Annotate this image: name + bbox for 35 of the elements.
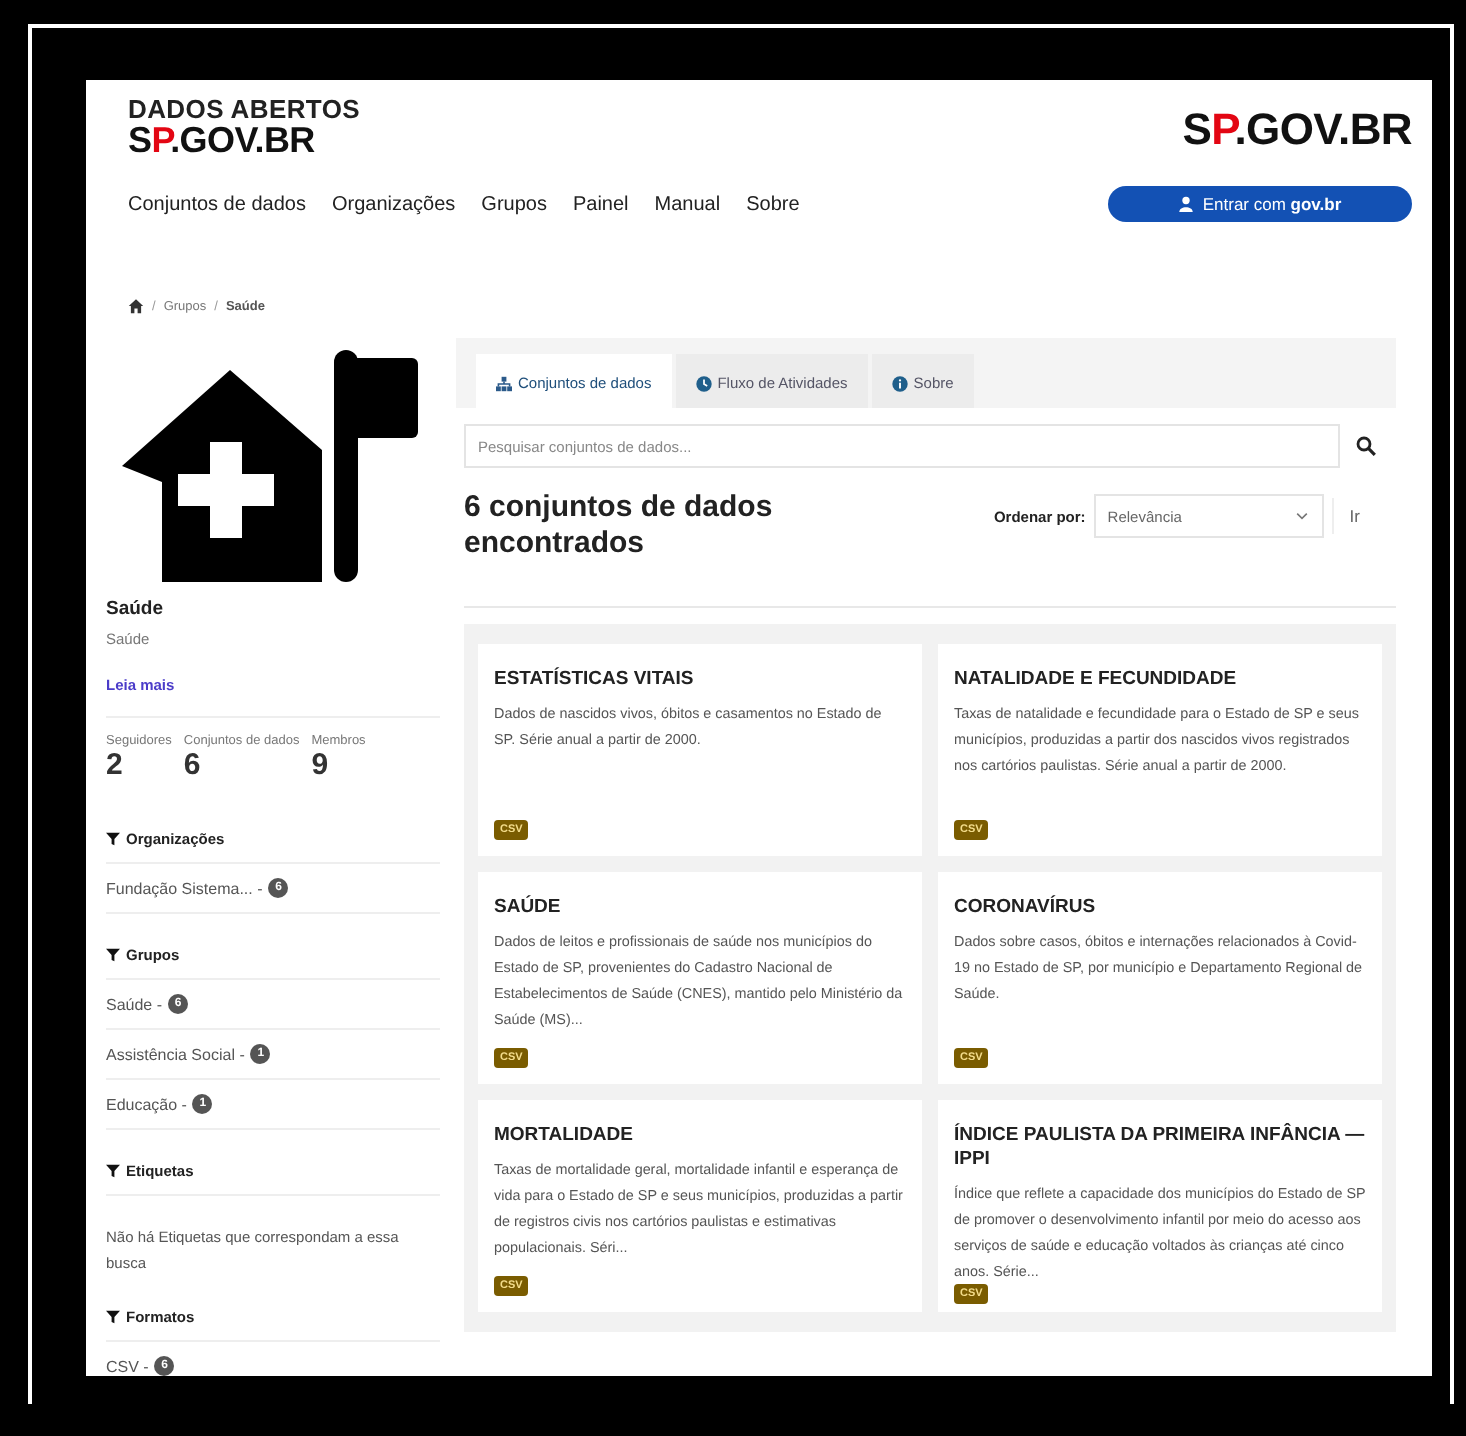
dataset-card[interactable] bbox=[938, 644, 1382, 856]
dataset-title[interactable]: CORONAVÍRUS bbox=[954, 896, 1366, 920]
chevron-icon bbox=[1293, 508, 1310, 524]
funnel-icon bbox=[106, 832, 120, 846]
site-title: DADOS ABERTOS bbox=[128, 96, 361, 122]
search-icon bbox=[1356, 436, 1376, 456]
dataset-title[interactable]: ESTATÍSTICAS VITAIS bbox=[494, 668, 906, 692]
dataset-card[interactable] bbox=[938, 1100, 1382, 1312]
nav-link[interactable]: Conjuntos de dados bbox=[128, 193, 306, 215]
user-icon bbox=[1178, 196, 1195, 212]
nav-link[interactable]: Painel bbox=[572, 193, 629, 215]
dataset-title[interactable]: MORTALIDADE bbox=[494, 1124, 906, 1148]
results-heading: 6 conjuntos de dados encontrados bbox=[464, 490, 775, 562]
nav-link[interactable]: Manual bbox=[654, 193, 721, 215]
dataset-title[interactable]: SAÚDE bbox=[494, 896, 906, 920]
sitemap-icon bbox=[496, 375, 512, 391]
dataset-title[interactable]: ÍNDICE PAULISTA DA PRIMEIRA INFÂNCIA — IPPI bbox=[954, 1124, 1366, 1172]
nav-link[interactable]: Grupos bbox=[481, 193, 547, 215]
funnel-icon bbox=[106, 1164, 120, 1178]
dataset-card[interactable] bbox=[478, 1100, 922, 1312]
info-icon bbox=[891, 375, 908, 391]
portal-logo[interactable]: SP.GOV.BR bbox=[1182, 108, 1412, 152]
stat-value: 2 bbox=[106, 748, 125, 782]
funnel-icon bbox=[106, 1310, 120, 1324]
funnel-icon bbox=[106, 948, 120, 962]
stat-value: 9 bbox=[311, 748, 331, 782]
login-button[interactable]: Entrar com gov.br bbox=[1108, 186, 1412, 222]
nav-link[interactable]: Organizações bbox=[331, 193, 456, 215]
clock-icon bbox=[695, 375, 712, 391]
stat-value: 6 bbox=[183, 748, 203, 782]
nav-link[interactable]: Sobre bbox=[746, 193, 800, 215]
site-logo[interactable]: SP.GOV.BR bbox=[128, 122, 361, 158]
group-name: Saúde bbox=[106, 598, 166, 620]
dataset-title[interactable]: NATALIDADE E FECUNDIDADE bbox=[954, 668, 1366, 692]
home-icon bbox=[128, 298, 144, 314]
